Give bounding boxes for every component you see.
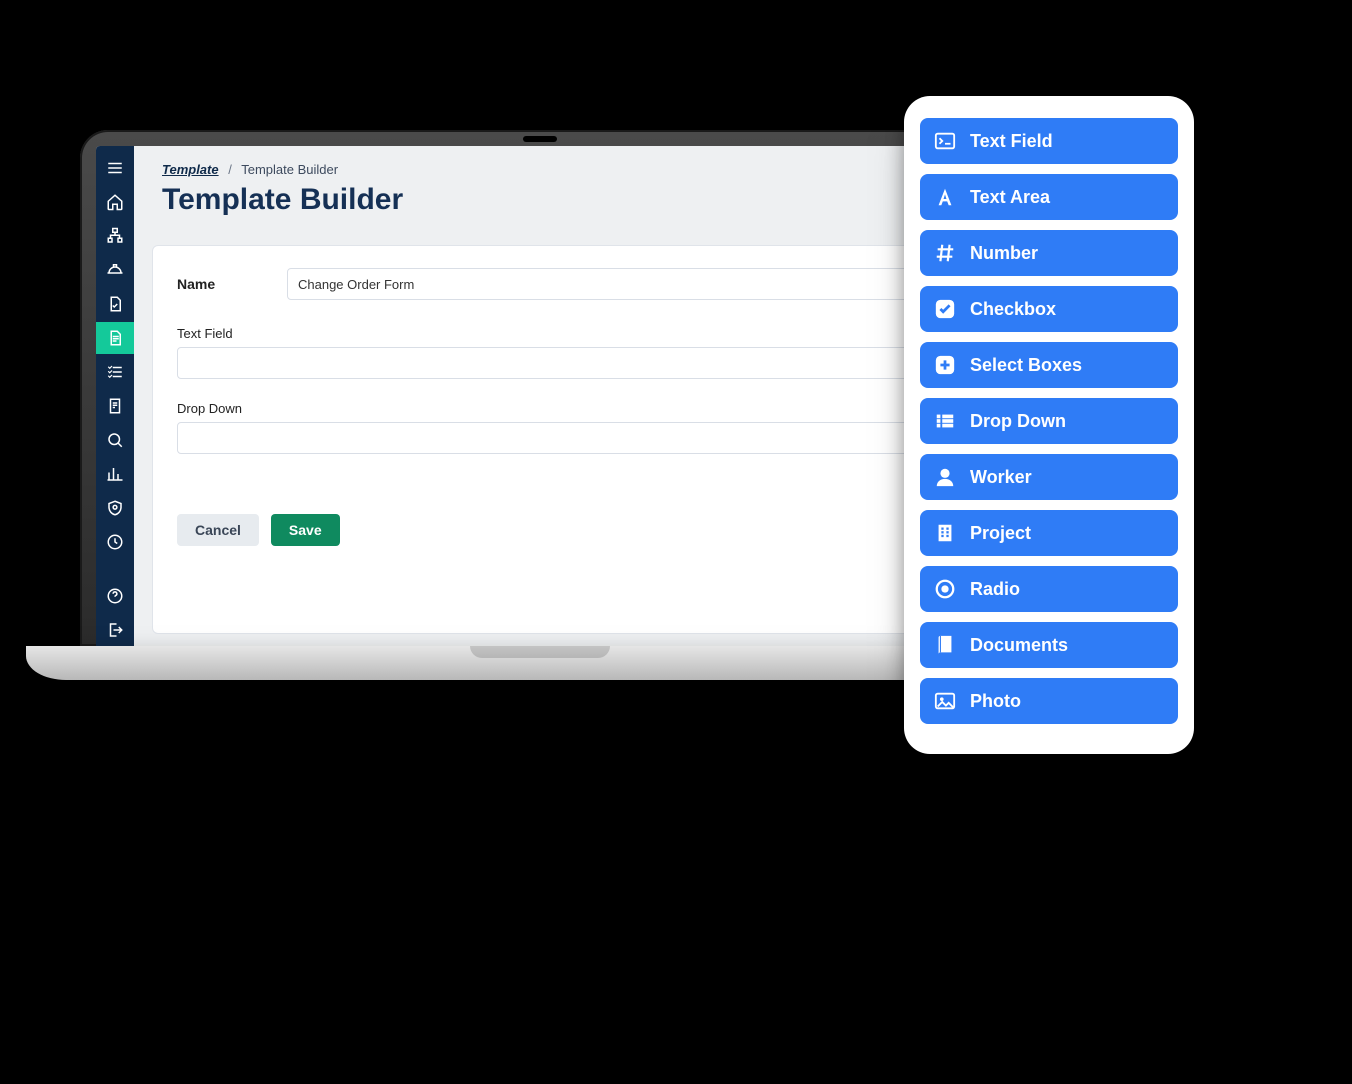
- palette-item-hash[interactable]: Number: [920, 230, 1178, 276]
- menu-icon: [106, 159, 124, 177]
- palette-item-label: Select Boxes: [970, 355, 1082, 376]
- palette-item-label: Photo: [970, 691, 1021, 712]
- breadcrumb-current: Template Builder: [241, 162, 338, 177]
- plusbox-icon: [934, 354, 956, 376]
- search-icon: [106, 431, 124, 449]
- text-field-input[interactable]: [177, 347, 941, 379]
- clock-icon: [106, 533, 124, 551]
- palette-item-label: Text Area: [970, 187, 1050, 208]
- org-chart-icon: [106, 227, 124, 245]
- check-icon: [934, 298, 956, 320]
- palette-item-label: Worker: [970, 467, 1032, 488]
- sidebar-item-security[interactable]: [96, 492, 134, 524]
- palette-item-label: Drop Down: [970, 411, 1066, 432]
- palette-item-list[interactable]: Drop Down: [920, 398, 1178, 444]
- breadcrumb-root-link[interactable]: Template: [162, 162, 219, 177]
- font-icon: [934, 186, 956, 208]
- palette-item-check[interactable]: Checkbox: [920, 286, 1178, 332]
- report-icon: [106, 397, 124, 415]
- palette-item-book[interactable]: Documents: [920, 622, 1178, 668]
- palette-item-label: Checkbox: [970, 299, 1056, 320]
- radio-icon: [934, 578, 956, 600]
- name-label: Name: [177, 276, 287, 292]
- home-icon: [106, 193, 124, 211]
- document-check-icon: [106, 295, 124, 313]
- file-lines-icon: [106, 329, 124, 347]
- field-palette: Text Field Text Area Number Checkbox Select …: [904, 96, 1194, 754]
- sidebar-item-history[interactable]: [96, 526, 134, 558]
- page-header: Template / Template Builder Template Bui…: [134, 146, 984, 235]
- canvas-field[interactable]: Text Field: [177, 326, 941, 379]
- laptop-device: Template / Template Builder Template Bui…: [80, 130, 1000, 680]
- sidebar-item-search[interactable]: [96, 424, 134, 456]
- image-icon: [934, 690, 956, 712]
- palette-item-building[interactable]: Project: [920, 510, 1178, 556]
- sidebar-item-org[interactable]: [96, 220, 134, 252]
- palette-item-label: Documents: [970, 635, 1068, 656]
- user-icon: [934, 466, 956, 488]
- hash-icon: [934, 242, 956, 264]
- hardhat-icon: [106, 261, 124, 279]
- sidebar-item-home[interactable]: [96, 186, 134, 218]
- sidebar: [96, 146, 134, 646]
- palette-item-label: Number: [970, 243, 1038, 264]
- form-actions: Cancel Save: [177, 514, 941, 546]
- app-window: Template / Template Builder Template Bui…: [96, 146, 984, 646]
- sidebar-item-reports[interactable]: [96, 390, 134, 422]
- sidebar-menu-toggle[interactable]: [96, 152, 134, 184]
- logout-icon: [106, 621, 124, 639]
- building-icon: [934, 522, 956, 544]
- save-button[interactable]: Save: [271, 514, 340, 546]
- checklist-icon: [106, 363, 124, 381]
- laptop-base: [26, 646, 1054, 680]
- canvas-field[interactable]: Drop Down: [177, 401, 941, 454]
- template-name-input[interactable]: [287, 268, 941, 300]
- sidebar-item-templates[interactable]: [96, 322, 134, 354]
- palette-item-label: Radio: [970, 579, 1020, 600]
- list-icon: [934, 410, 956, 432]
- palette-item-label: Project: [970, 523, 1031, 544]
- laptop-bezel: Template / Template Builder Template Bui…: [80, 130, 1000, 646]
- shield-icon: [106, 499, 124, 517]
- sidebar-item-tasks[interactable]: [96, 356, 134, 388]
- palette-item-radio[interactable]: Radio: [920, 566, 1178, 612]
- name-row: Name: [177, 268, 941, 300]
- laptop-camera: [523, 136, 557, 142]
- cancel-button[interactable]: Cancel: [177, 514, 259, 546]
- palette-item-image[interactable]: Photo: [920, 678, 1178, 724]
- palette-item-label: Text Field: [970, 131, 1053, 152]
- bar-chart-icon: [106, 465, 124, 483]
- sidebar-item-analytics[interactable]: [96, 458, 134, 490]
- builder-canvas: Name Text Field Drop Down Cancel Save: [152, 245, 966, 634]
- main-content: Template / Template Builder Template Bui…: [134, 146, 984, 646]
- sidebar-item-document[interactable]: [96, 288, 134, 320]
- field-label: Drop Down: [177, 401, 941, 416]
- breadcrumb: Template / Template Builder: [162, 162, 956, 177]
- terminal-icon: [934, 130, 956, 152]
- sidebar-item-safety[interactable]: [96, 254, 134, 286]
- page-title: Template Builder: [162, 183, 956, 217]
- palette-item-plusbox[interactable]: Select Boxes: [920, 342, 1178, 388]
- field-label: Text Field: [177, 326, 941, 341]
- palette-item-user[interactable]: Worker: [920, 454, 1178, 500]
- palette-item-terminal[interactable]: Text Field: [920, 118, 1178, 164]
- palette-item-font[interactable]: Text Area: [920, 174, 1178, 220]
- help-icon: [106, 587, 124, 605]
- sidebar-item-help[interactable]: [96, 580, 134, 612]
- sidebar-item-logout[interactable]: [96, 614, 134, 646]
- dropdown-field-input[interactable]: [177, 422, 941, 454]
- book-icon: [934, 634, 956, 656]
- breadcrumb-separator: /: [228, 162, 232, 177]
